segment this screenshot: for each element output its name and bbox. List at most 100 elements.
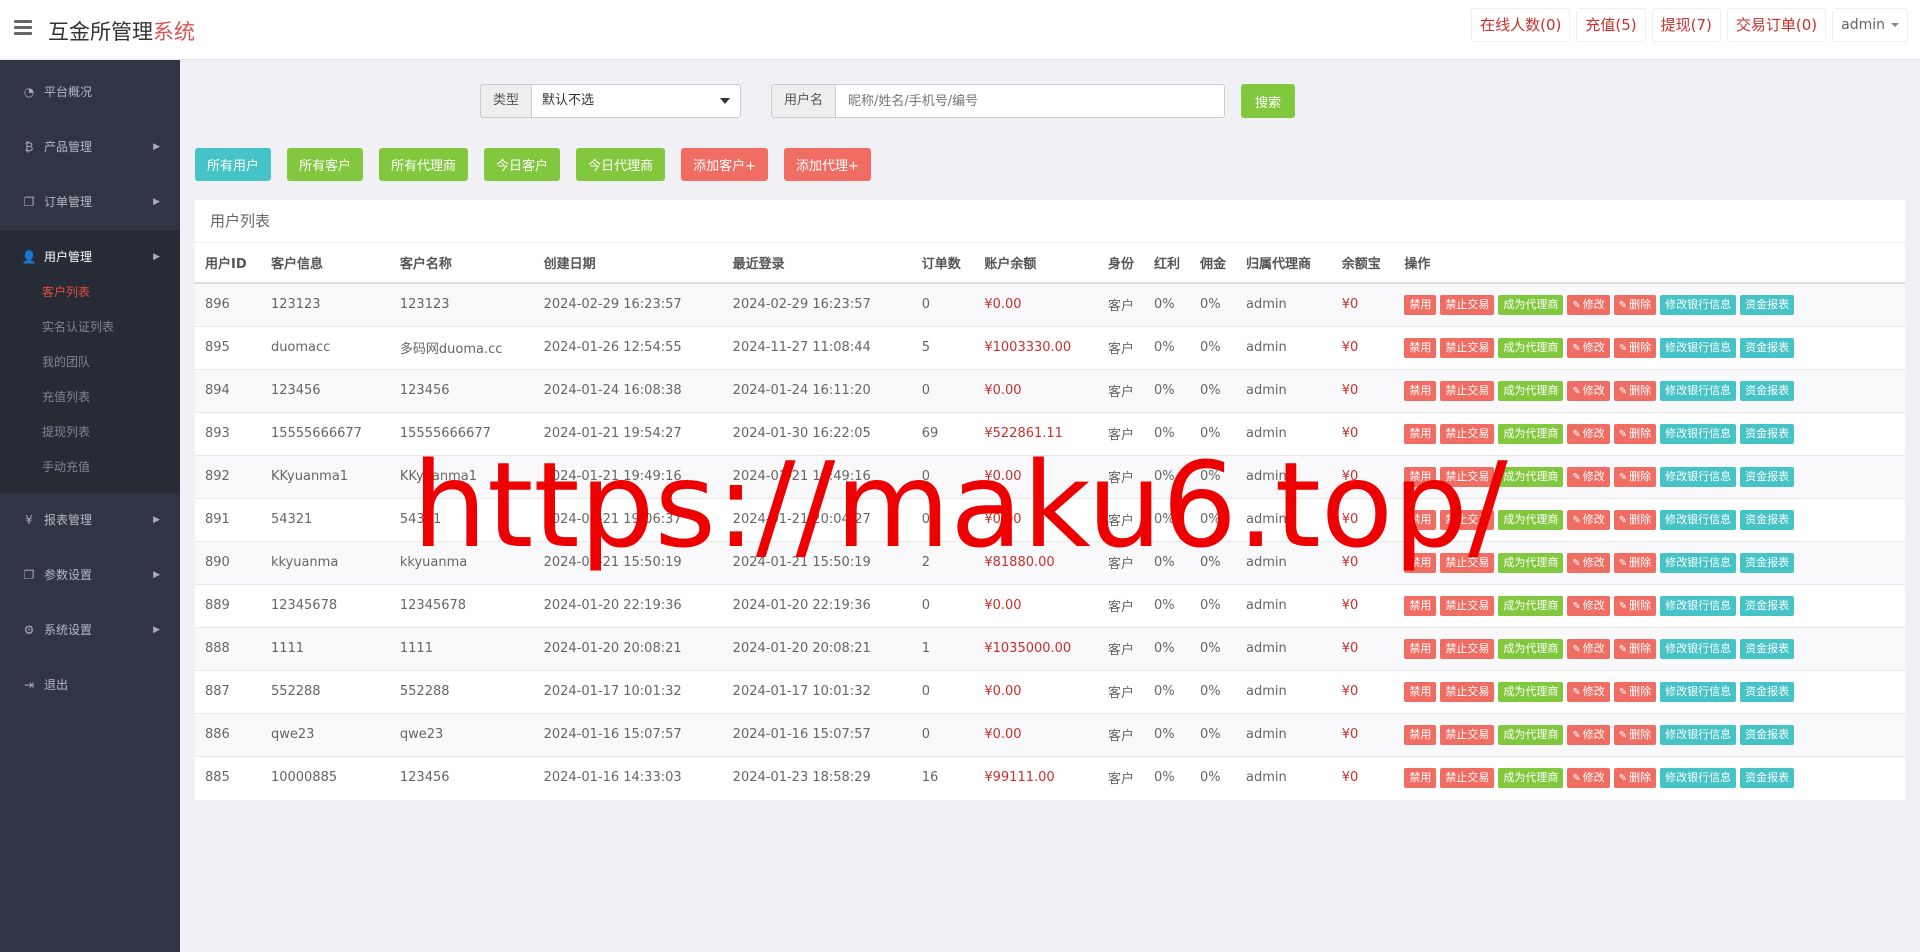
row-action-button[interactable]: 成为代理商 (1498, 380, 1564, 401)
row-action-button[interactable]: 资金报表 (1740, 681, 1795, 702)
sidebar-item-files[interactable]: ❐ 参数设置 ▶ (0, 548, 180, 603)
row-action-button[interactable]: ✎ 删除 (1613, 509, 1657, 530)
row-action-button[interactable]: 禁止交易 (1440, 724, 1495, 745)
row-action-button[interactable]: 禁用 (1404, 638, 1437, 659)
search-input[interactable] (835, 84, 1226, 118)
row-action-button[interactable]: ✎ 修改 (1567, 724, 1610, 745)
recharge-button[interactable]: 充值(5) (1576, 8, 1646, 42)
row-action-button[interactable]: ✎ 删除 (1613, 294, 1657, 315)
row-action-button[interactable]: ✎ 删除 (1613, 423, 1657, 444)
row-action-button[interactable]: 成为代理商 (1498, 337, 1564, 358)
online-users-button[interactable]: 在线人数(0) (1471, 8, 1571, 42)
filter-button[interactable]: 今日客户 (484, 148, 561, 181)
row-action-button[interactable]: 资金报表 (1740, 380, 1795, 401)
row-action-button[interactable]: ✎ 修改 (1567, 552, 1610, 573)
row-action-button[interactable]: ✎ 修改 (1567, 767, 1610, 788)
row-action-button[interactable]: 成为代理商 (1498, 509, 1564, 530)
row-action-button[interactable]: 修改银行信息 (1660, 337, 1737, 358)
row-action-button[interactable]: 禁用 (1404, 595, 1437, 616)
filter-button[interactable]: 添加客户+ (681, 148, 768, 181)
sidebar-subitem[interactable]: 充值列表 (0, 380, 180, 415)
trade-orders-button[interactable]: 交易订单(0) (1726, 8, 1827, 42)
sidebar-item-gears[interactable]: ⚙ 系统设置 ▶ (0, 603, 180, 658)
menu-toggle-icon[interactable] (14, 20, 32, 36)
row-action-button[interactable]: 禁用 (1404, 767, 1437, 788)
row-action-button[interactable]: 禁用 (1404, 466, 1437, 487)
admin-menu[interactable]: admin (1832, 8, 1908, 42)
row-action-button[interactable]: 禁用 (1404, 380, 1437, 401)
row-action-button[interactable]: ✎ 删除 (1613, 466, 1657, 487)
row-action-button[interactable]: 资金报表 (1740, 509, 1795, 530)
row-action-button[interactable]: 修改银行信息 (1660, 724, 1737, 745)
row-action-button[interactable]: ✎ 修改 (1567, 380, 1610, 401)
row-action-button[interactable]: 成为代理商 (1498, 681, 1564, 702)
row-action-button[interactable]: ✎ 修改 (1567, 681, 1610, 702)
row-action-button[interactable]: 资金报表 (1740, 466, 1795, 487)
row-action-button[interactable]: ✎ 删除 (1613, 681, 1657, 702)
row-action-button[interactable]: 资金报表 (1740, 638, 1795, 659)
row-action-button[interactable]: 资金报表 (1740, 724, 1795, 745)
row-action-button[interactable]: ✎ 删除 (1613, 380, 1657, 401)
sidebar-item-bitcoin[interactable]: ₿ 产品管理 ▶ (0, 120, 180, 175)
row-action-button[interactable]: ✎ 修改 (1567, 595, 1610, 616)
row-action-button[interactable]: 成为代理商 (1498, 423, 1564, 444)
row-action-button[interactable]: ✎ 删除 (1613, 638, 1657, 659)
filter-button[interactable]: 添加代理+ (783, 148, 871, 181)
row-action-button[interactable]: 成为代理商 (1498, 767, 1564, 788)
row-action-button[interactable]: 成为代理商 (1498, 466, 1564, 487)
row-action-button[interactable]: 资金报表 (1740, 767, 1795, 788)
search-button[interactable]: 搜索 (1241, 84, 1296, 118)
withdraw-button[interactable]: 提现(7) (1651, 8, 1721, 42)
row-action-button[interactable]: ✎ 删除 (1613, 552, 1657, 573)
row-action-button[interactable]: 禁止交易 (1440, 466, 1495, 487)
row-action-button[interactable]: 修改银行信息 (1660, 767, 1737, 788)
row-action-button[interactable]: 禁用 (1404, 552, 1437, 573)
filter-button[interactable]: 所有用户 (195, 148, 272, 181)
row-action-button[interactable]: 修改银行信息 (1660, 423, 1737, 444)
row-action-button[interactable]: 成为代理商 (1498, 638, 1564, 659)
row-action-button[interactable]: 修改银行信息 (1660, 466, 1737, 487)
row-action-button[interactable]: ✎ 删除 (1613, 724, 1657, 745)
filter-button[interactable]: 今日代理商 (576, 148, 666, 181)
row-action-button[interactable]: 资金报表 (1740, 337, 1795, 358)
row-action-button[interactable]: 资金报表 (1740, 595, 1795, 616)
row-action-button[interactable]: 禁止交易 (1440, 294, 1495, 315)
sidebar-item-signout[interactable]: ⇥ 退出 (0, 658, 180, 713)
sidebar-item-files[interactable]: ❐ 订单管理 ▶ (0, 175, 180, 230)
row-action-button[interactable]: ✎ 删除 (1613, 337, 1657, 358)
row-action-button[interactable]: 修改银行信息 (1660, 638, 1737, 659)
sidebar-subitem[interactable]: 手动充值 (0, 450, 180, 485)
sidebar-item-user-management[interactable]: 👤 用户管理 ▶ (0, 230, 180, 285)
row-action-button[interactable]: 资金报表 (1740, 294, 1795, 315)
row-action-button[interactable]: ✎ 修改 (1567, 337, 1610, 358)
row-action-button[interactable]: 禁止交易 (1440, 509, 1495, 530)
row-action-button[interactable]: 禁止交易 (1440, 681, 1495, 702)
row-action-button[interactable]: ✎ 修改 (1567, 638, 1610, 659)
filter-button[interactable]: 所有代理商 (379, 148, 469, 181)
row-action-button[interactable]: 资金报表 (1740, 552, 1795, 573)
sidebar-item-dashboard[interactable]: ◔ 平台概况 (0, 65, 180, 120)
row-action-button[interactable]: 修改银行信息 (1660, 294, 1737, 315)
row-action-button[interactable]: 禁用 (1404, 509, 1437, 530)
row-action-button[interactable]: 禁止交易 (1440, 380, 1495, 401)
row-action-button[interactable]: 修改银行信息 (1660, 681, 1737, 702)
row-action-button[interactable]: ✎ 删除 (1613, 595, 1657, 616)
row-action-button[interactable]: ✎ 修改 (1567, 466, 1610, 487)
row-action-button[interactable]: 禁用 (1404, 423, 1437, 444)
filter-button[interactable]: 所有客户 (287, 148, 364, 181)
sidebar-subitem[interactable]: 我的团队 (0, 345, 180, 380)
row-action-button[interactable]: 禁止交易 (1440, 638, 1495, 659)
row-action-button[interactable]: 禁止交易 (1440, 595, 1495, 616)
row-action-button[interactable]: 禁止交易 (1440, 767, 1495, 788)
row-action-button[interactable]: 成为代理商 (1498, 552, 1564, 573)
row-action-button[interactable]: 禁用 (1404, 337, 1437, 358)
row-action-button[interactable]: 修改银行信息 (1660, 552, 1737, 573)
row-action-button[interactable]: 成为代理商 (1498, 294, 1564, 315)
row-action-button[interactable]: 成为代理商 (1498, 595, 1564, 616)
row-action-button[interactable]: 资金报表 (1740, 423, 1795, 444)
row-action-button[interactable]: 修改银行信息 (1660, 509, 1737, 530)
sidebar-subitem[interactable]: 实名认证列表 (0, 310, 180, 345)
row-action-button[interactable]: ✎ 修改 (1567, 423, 1610, 444)
row-action-button[interactable]: ✎ 修改 (1567, 509, 1610, 530)
row-action-button[interactable]: 禁用 (1404, 724, 1437, 745)
